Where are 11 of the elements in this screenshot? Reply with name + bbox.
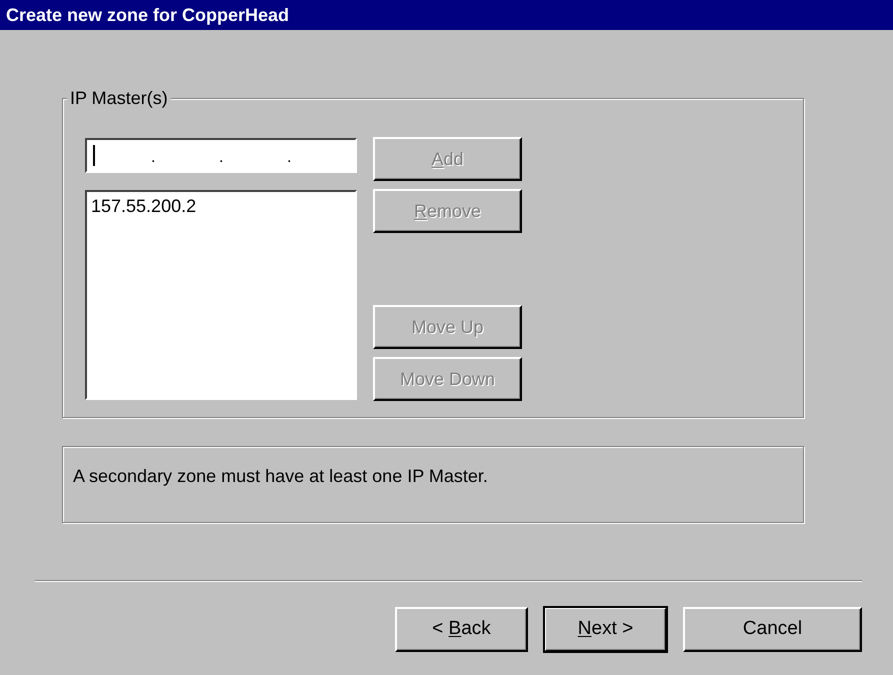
address-field[interactable]: . . .	[85, 138, 357, 173]
list-item[interactable]: 157.55.200.2	[87, 194, 200, 218]
address-dot: .	[219, 148, 224, 168]
text-cursor	[93, 145, 95, 166]
next-button[interactable]: Next >	[544, 607, 667, 652]
title-bar: Create new zone for CopperHead	[0, 0, 893, 30]
back-button[interactable]: < Back	[395, 607, 528, 652]
cancel-button[interactable]: Cancel	[683, 607, 862, 652]
address-dot: .	[151, 148, 156, 168]
message-text: A secondary zone must have at least one IP Master.	[73, 466, 488, 486]
address-dot: .	[287, 148, 292, 168]
